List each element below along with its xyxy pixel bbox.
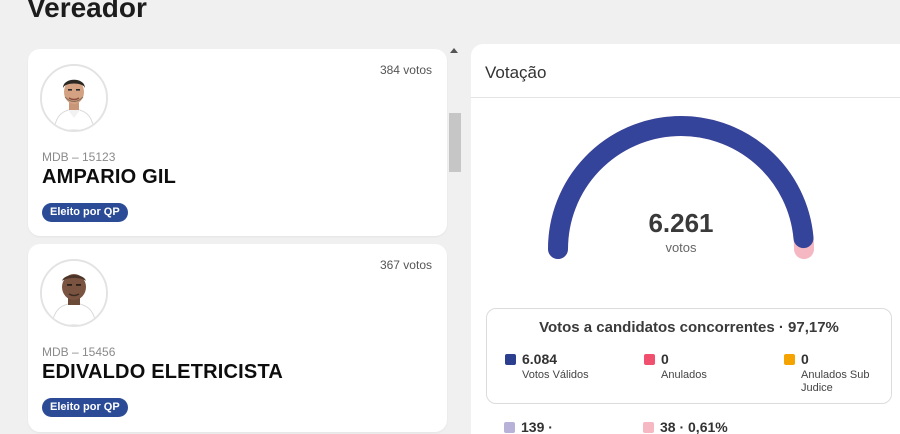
candidate-card[interactable]: 384 votos MDB – 15123 AMPARIO GIL Eleito… <box>28 49 447 236</box>
party-number: MDB – 15123 <box>42 150 116 164</box>
scroll-up-arrow[interactable] <box>450 48 458 53</box>
status-badge: Eleito por QP <box>42 203 128 222</box>
stat-label: Anulados Sub Judice <box>801 369 870 394</box>
stat-value: 38 · 0,61% <box>660 419 728 434</box>
total-votes-unit: votos <box>665 240 697 255</box>
legend-swatch <box>504 422 515 433</box>
panel-title: Votação <box>485 63 547 82</box>
legend-swatch <box>784 354 795 365</box>
status-badge: Eleito por QP <box>42 398 128 417</box>
page-title: Vereador <box>27 0 147 23</box>
stat-value: 0 <box>801 351 809 367</box>
candidate-name: AMPARIO GIL <box>42 166 177 188</box>
vote-count: 384 votos <box>379 63 432 77</box>
vote-count: 367 votos <box>379 258 432 272</box>
candidate-name: EDIVALDO ELETRICISTA <box>42 361 284 383</box>
total-votes: 6.261 <box>648 208 714 238</box>
legend-swatch <box>643 422 654 433</box>
scrollbar-thumb[interactable] <box>449 113 461 172</box>
stat-label: Anulados <box>661 369 707 381</box>
legend-swatch <box>644 354 655 365</box>
stat-label: Votos Válidos <box>522 369 589 381</box>
candidate-card[interactable]: 367 votos MDB – 15456 EDIVALDO ELETRICIS… <box>28 244 447 432</box>
summary-title: Votos a candidatos concorrentes · 97,17% <box>539 319 839 336</box>
panel-divider <box>471 97 900 98</box>
party-number: MDB – 15456 <box>42 345 116 359</box>
stat-value: 139 · <box>521 419 553 434</box>
vote-summary: Votos a candidatos concorrentes · 97,17%… <box>486 308 892 404</box>
stat-value: 6.084 <box>522 351 558 367</box>
votacao-panel: Votação 6.261 votos Votos a candidatos c… <box>471 44 900 434</box>
legend-swatch <box>505 354 516 365</box>
stat-value: 0 <box>661 351 669 367</box>
candidate-photo <box>40 64 108 132</box>
candidate-photo <box>40 259 108 327</box>
